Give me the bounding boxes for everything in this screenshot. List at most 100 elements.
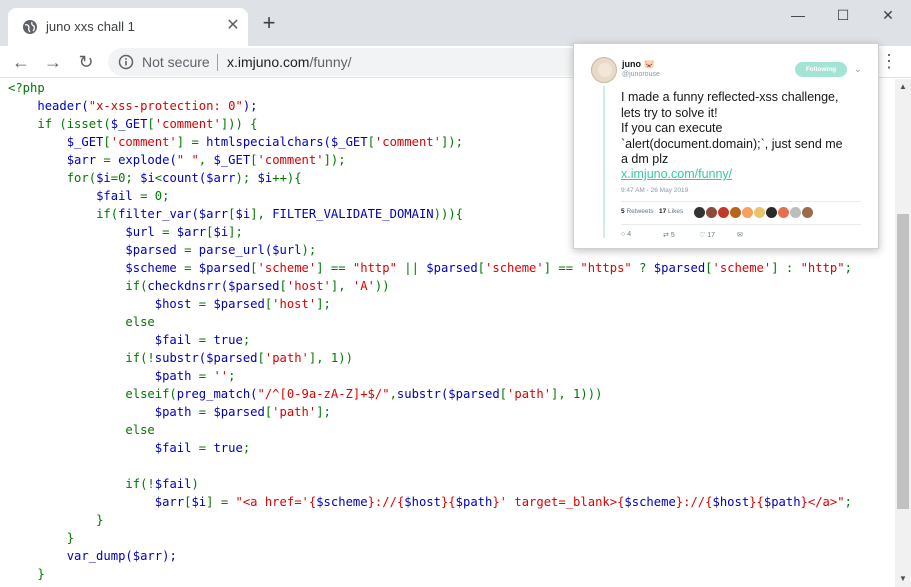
code-token: 'comment' xyxy=(257,153,324,167)
tweet-text-line: lets try to solve it! xyxy=(621,105,718,120)
liker-avatar[interactable] xyxy=(802,207,813,218)
avatar[interactable] xyxy=(591,57,617,83)
code-token: ); xyxy=(301,243,317,257)
code-line: $path = ''; xyxy=(8,367,888,385)
divider xyxy=(621,201,861,202)
code-token: 'comment' xyxy=(374,135,441,149)
tweet-stats[interactable]: 5 Retweets 17 Likes xyxy=(621,208,683,215)
code-token: [ xyxy=(250,153,258,167)
like-action[interactable]: ♡ 17 xyxy=(699,231,715,239)
reload-icon[interactable]: ↻ xyxy=(73,49,99,75)
code-token: $arr xyxy=(132,549,163,563)
kebab-menu-icon[interactable]: ⋮ xyxy=(878,49,900,75)
code-line: } xyxy=(8,511,888,529)
retweet-action[interactable]: ⇄ 5 xyxy=(663,231,675,239)
code-token: 'path' xyxy=(272,405,317,419)
liker-avatar[interactable] xyxy=(778,207,789,218)
code-token: checkdnsrr( xyxy=(147,279,229,293)
code-token: $parsed xyxy=(125,243,177,257)
tweet-text-line: If you can execute xyxy=(621,121,723,135)
liker-avatar[interactable] xyxy=(730,207,741,218)
code-token: 'host' xyxy=(272,297,317,311)
code-token: "x-xss-protection: 0" xyxy=(88,99,243,113)
code-token: [ xyxy=(705,261,713,275)
close-tab-icon[interactable]: ✕ xyxy=(224,17,242,35)
liker-avatar[interactable] xyxy=(742,207,753,218)
code-token: elseif( xyxy=(125,387,177,401)
code-token: "<a href='{ xyxy=(235,495,317,509)
chevron-down-icon[interactable]: ⌄ xyxy=(854,64,862,75)
code-token: = 0; xyxy=(132,189,170,203)
liker-avatar[interactable] xyxy=(754,207,765,218)
code-line: if(!substr($parsed['path'], 1)) xyxy=(8,349,888,367)
scroll-thumb[interactable] xyxy=(897,214,909,509)
code-token: true xyxy=(213,441,243,455)
reply-action[interactable]: ○ 4 xyxy=(621,231,631,238)
back-arrow-icon[interactable]: ← xyxy=(8,49,34,75)
code-token: ], 1)) xyxy=(308,351,353,365)
code-token: = xyxy=(191,405,214,419)
tweet-link[interactable]: x.imjuno.com/funny/ xyxy=(621,167,732,181)
info-icon[interactable] xyxy=(118,54,134,70)
scroll-down-icon[interactable]: ▼ xyxy=(895,571,911,587)
code-line: $arr[$i] = "<a href='{$scheme}://{$host}… xyxy=(8,493,888,511)
tweet-timestamp[interactable]: 9:47 AM - 26 May 2019 xyxy=(621,187,688,194)
liker-avatar[interactable] xyxy=(718,207,729,218)
code-token: ))){ xyxy=(433,207,463,221)
code-token: $fail xyxy=(154,441,192,455)
code-token: 'comment' xyxy=(110,135,177,149)
liker-avatars[interactable] xyxy=(694,207,824,219)
code-token: var_dump( xyxy=(66,549,133,563)
address-bar[interactable]: Not secure x.imjuno.com/funny/ xyxy=(108,48,608,76)
code-token: else xyxy=(125,423,155,437)
dm-icon[interactable]: ✉ xyxy=(737,231,743,239)
tweet-text-line: `alert(document.domain);`, just send me xyxy=(621,136,843,151)
tweet-author-handle[interactable]: @junorouse xyxy=(622,71,660,78)
code-token: explode( xyxy=(118,153,177,167)
code-token: [ xyxy=(147,117,155,131)
tweet-author-name[interactable]: juno 🐷 xyxy=(622,59,655,70)
code-token: $path xyxy=(154,369,192,383)
code-token: if( xyxy=(96,207,119,221)
following-button[interactable]: Following xyxy=(795,62,847,77)
code-token: $scheme xyxy=(624,495,676,509)
vertical-scrollbar[interactable]: ▲ ▼ xyxy=(895,79,911,587)
code-token: [ xyxy=(228,207,236,221)
code-token: )) xyxy=(374,279,390,293)
code-token: $path xyxy=(455,495,493,509)
code-token: $i xyxy=(96,171,111,185)
code-token: 'host' xyxy=(286,279,331,293)
tweet-text: I made a funny reflected-xss challenge, … xyxy=(621,90,871,168)
security-status[interactable]: Not secure xyxy=(142,54,210,70)
url-text[interactable]: x.imjuno.com/funny/ xyxy=(227,54,352,70)
minimize-button[interactable]: — xyxy=(775,4,821,26)
liker-avatar[interactable] xyxy=(790,207,801,218)
code-token: }{ xyxy=(440,495,456,509)
new-tab-button[interactable]: + xyxy=(258,12,280,35)
code-token: $url xyxy=(125,225,155,239)
liker-avatar[interactable] xyxy=(694,207,705,218)
code-token: $parsed xyxy=(198,261,251,275)
code-token: $path xyxy=(154,405,192,419)
forward-arrow-icon[interactable]: → xyxy=(40,49,66,75)
browser-tab[interactable]: juno xxs chall 1 ✕ xyxy=(8,8,248,46)
close-window-button[interactable]: ✕ xyxy=(865,4,911,26)
liker-avatar[interactable] xyxy=(766,207,777,218)
pig-emoji-icon: 🐷 xyxy=(643,59,655,69)
scroll-up-icon[interactable]: ▲ xyxy=(895,79,911,95)
code-token: "http" xyxy=(800,261,845,275)
divider xyxy=(621,224,861,225)
code-token: , xyxy=(198,153,214,167)
code-token: [ xyxy=(257,351,265,365)
code-token: ); xyxy=(242,99,258,113)
code-token: ], xyxy=(330,279,353,293)
liker-avatar[interactable] xyxy=(706,207,717,218)
code-token: 'path' xyxy=(507,387,552,401)
maximize-button[interactable]: ☐ xyxy=(820,4,866,26)
